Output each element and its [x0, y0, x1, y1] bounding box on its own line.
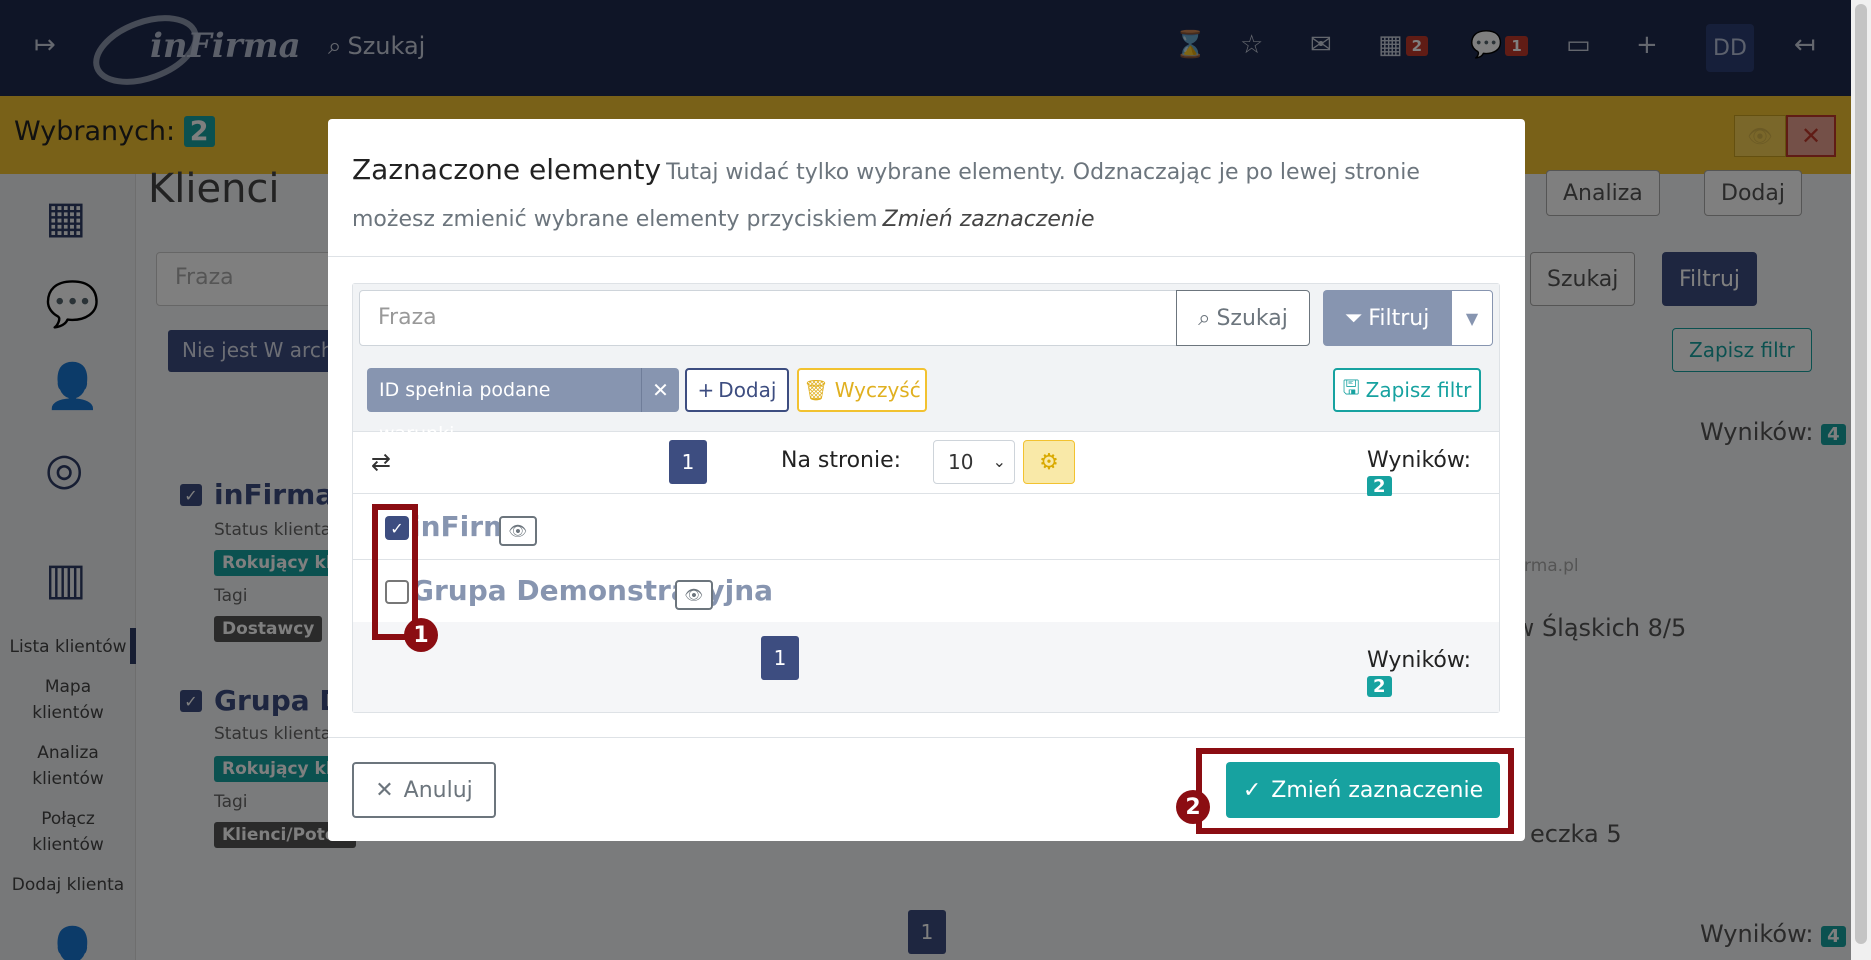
gear-icon: ⚙	[1039, 449, 1059, 475]
preview-button[interactable]: 👁	[675, 580, 713, 610]
per-page-select[interactable]: 10 ⌄	[933, 440, 1015, 484]
list-footer: 1 Wyników: 2	[353, 622, 1499, 712]
pager-row: ⇄ 1 Na stronie: 10 ⌄ ⚙ Wyników: 2	[353, 432, 1499, 497]
filter-dropdown-toggle[interactable]: ▼	[1451, 290, 1493, 346]
filter-area: Fraza ⌕ Szukaj ⏷ Filtruj ▼ ID spełnia po…	[353, 284, 1499, 445]
annotation-marker-2: 2	[1176, 790, 1210, 824]
results-count-footer: Wyników: 2	[1367, 648, 1472, 697]
modal-subtitle-emphasis: Zmień zaznaczenie	[882, 207, 1095, 232]
filter-icon: ⏷	[1344, 305, 1363, 331]
search-button[interactable]: ⌕ Szukaj	[1176, 290, 1310, 346]
cancel-button[interactable]: ✕ Anuluj	[352, 762, 496, 818]
save-icon: 🖫	[1342, 375, 1360, 399]
selected-items-modal: Zaznaczone elementy Tutaj widać tylko wy…	[328, 119, 1525, 841]
settings-button[interactable]: ⚙	[1023, 440, 1075, 484]
item-name[interactable]: Grupa Demonstracyjna	[411, 574, 773, 607]
clear-filters-button[interactable]: 🗑 Wyczyść	[797, 368, 927, 412]
remove-condition-button[interactable]: ✕	[641, 368, 679, 412]
toggle-selection-icon[interactable]: ⇄	[371, 448, 391, 476]
page-button[interactable]: 1	[761, 636, 799, 680]
page-button[interactable]: 1	[669, 440, 707, 484]
annotation-marker-1: 1	[404, 618, 438, 652]
preview-button[interactable]: 👁	[499, 516, 537, 546]
modal-header: Zaznaczone elementy Tutaj widać tylko wy…	[328, 119, 1525, 257]
save-filter-button[interactable]: 🖫 Zapisz filtr	[1333, 368, 1481, 412]
list-item: ✓ inFirma 👁	[353, 496, 1499, 560]
close-icon: ✕	[652, 378, 669, 402]
eye-icon: 👁	[684, 586, 704, 604]
plus-icon: +	[697, 378, 715, 402]
close-icon: ✕	[375, 777, 394, 803]
scrollbar-thumb[interactable]	[1855, 4, 1867, 944]
per-page-label: Na stronie:	[781, 448, 902, 473]
filter-button[interactable]: ⏷ Filtruj	[1323, 290, 1451, 346]
modal-title: Zaznaczone elementy	[352, 153, 662, 186]
search-icon: ⌕	[1198, 305, 1211, 331]
annotation-box-2	[1196, 748, 1514, 834]
filter-condition-chip[interactable]: ID spełnia podane warunki	[367, 368, 641, 445]
chevron-down-icon: ⌄	[992, 452, 1006, 471]
results-count: Wyników: 2	[1367, 448, 1472, 497]
selected-items-panel: Fraza ⌕ Szukaj ⏷ Filtruj ▼ ID spełnia po…	[352, 283, 1500, 713]
trash-icon: 🗑	[803, 378, 829, 402]
eye-icon: 👁	[508, 522, 528, 540]
add-filter-button[interactable]: + Dodaj	[685, 368, 789, 412]
search-input[interactable]: Fraza	[359, 290, 1177, 346]
chevron-down-icon: ▼	[1465, 308, 1479, 328]
list-item: Grupa Demonstracyjna 👁	[353, 560, 1499, 624]
